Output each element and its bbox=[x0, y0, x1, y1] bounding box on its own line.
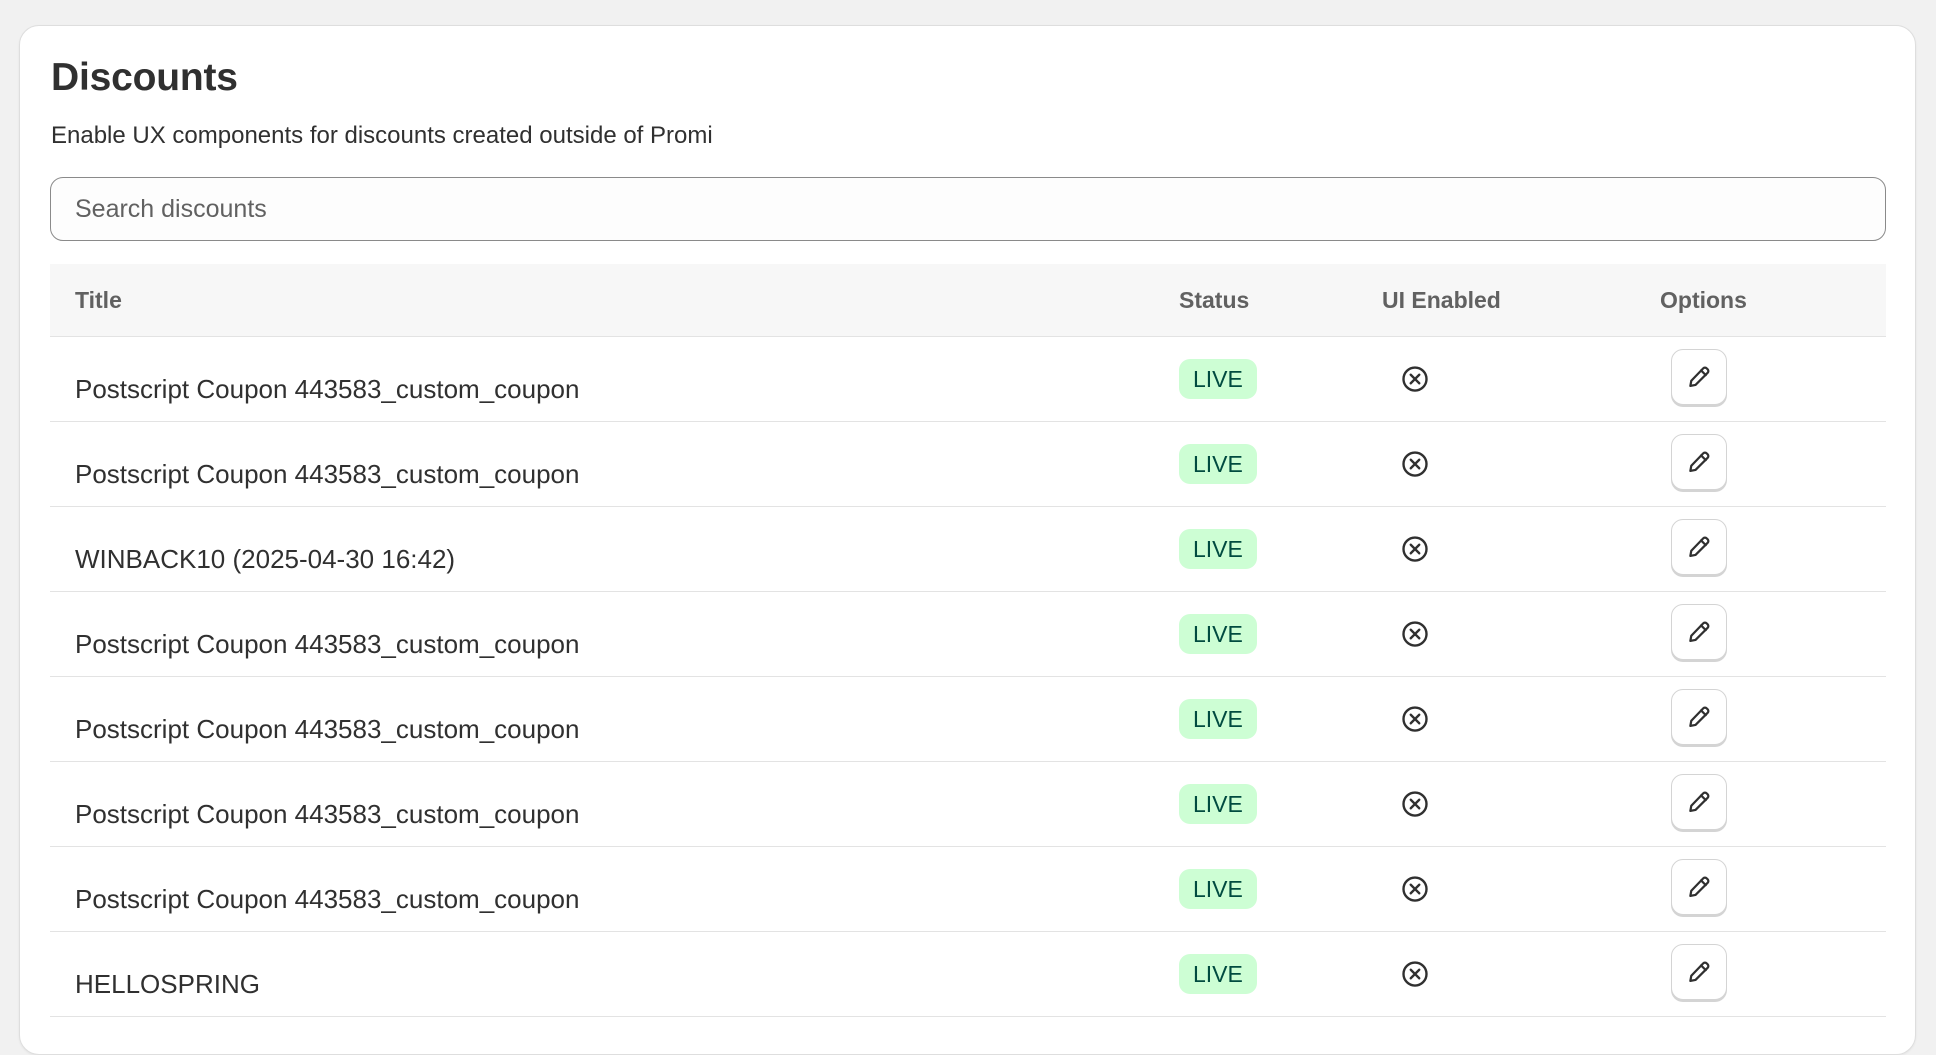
edit-button[interactable] bbox=[1671, 349, 1727, 405]
edit-button[interactable] bbox=[1671, 434, 1727, 490]
edit-button[interactable] bbox=[1671, 604, 1727, 660]
page-subtitle: Enable UX components for discounts creat… bbox=[51, 122, 713, 149]
x-circle-icon bbox=[1400, 874, 1430, 904]
discount-title: HELLOSPRING bbox=[75, 969, 260, 999]
discount-title: WINBACK10 (2025-04-30 16:42) bbox=[75, 544, 456, 574]
table-row: Postscript Coupon 443583_custom_coupon LI… bbox=[50, 422, 1886, 507]
pencil-icon bbox=[1685, 958, 1713, 986]
discount-title: Postscript Coupon 443583_custom_coupon bbox=[75, 374, 580, 404]
edit-button[interactable] bbox=[1671, 774, 1727, 830]
table-body: Postscript Coupon 443583_custom_coupon LI… bbox=[50, 337, 1886, 1017]
discounts-table: Title Status UI Enabled Options Postscri… bbox=[50, 264, 1886, 1017]
discount-title: Postscript Coupon 443583_custom_coupon bbox=[75, 629, 580, 659]
status-badge: LIVE bbox=[1179, 359, 1257, 399]
status-badge: LIVE bbox=[1179, 784, 1257, 824]
search-input[interactable] bbox=[50, 177, 1886, 241]
table-row: Postscript Coupon 443583_custom_coupon LI… bbox=[50, 592, 1886, 677]
column-header-options: Options bbox=[1660, 287, 1747, 313]
pencil-icon bbox=[1685, 533, 1713, 561]
pencil-icon bbox=[1685, 448, 1713, 476]
discounts-card: Discounts Enable UX components for disco… bbox=[19, 25, 1916, 1055]
edit-button[interactable] bbox=[1671, 689, 1727, 745]
table-header: Title Status UI Enabled Options bbox=[50, 264, 1886, 337]
discount-title: Postscript Coupon 443583_custom_coupon bbox=[75, 884, 580, 914]
discount-title: Postscript Coupon 443583_custom_coupon bbox=[75, 714, 580, 744]
status-badge: LIVE bbox=[1179, 614, 1257, 654]
edit-button[interactable] bbox=[1671, 859, 1727, 915]
status-badge: LIVE bbox=[1179, 699, 1257, 739]
pencil-icon bbox=[1685, 788, 1713, 816]
x-circle-icon bbox=[1400, 959, 1430, 989]
pencil-icon bbox=[1685, 618, 1713, 646]
page-title: Discounts bbox=[51, 56, 238, 99]
x-circle-icon bbox=[1400, 704, 1430, 734]
pencil-icon bbox=[1685, 873, 1713, 901]
discount-title: Postscript Coupon 443583_custom_coupon bbox=[75, 799, 580, 829]
status-badge: LIVE bbox=[1179, 954, 1257, 994]
table-row: HELLOSPRING LIVE bbox=[50, 932, 1886, 1017]
x-circle-icon bbox=[1400, 619, 1430, 649]
column-header-title: Title bbox=[75, 287, 122, 313]
status-badge: LIVE bbox=[1179, 444, 1257, 484]
status-badge: LIVE bbox=[1179, 869, 1257, 909]
column-header-ui-enabled: UI Enabled bbox=[1382, 287, 1501, 313]
column-header-status: Status bbox=[1179, 287, 1250, 313]
x-circle-icon bbox=[1400, 449, 1430, 479]
table-row: Postscript Coupon 443583_custom_coupon LI… bbox=[50, 762, 1886, 847]
table-row: Postscript Coupon 443583_custom_coupon LI… bbox=[50, 337, 1886, 422]
discount-title: Postscript Coupon 443583_custom_coupon bbox=[75, 459, 580, 489]
pencil-icon bbox=[1685, 703, 1713, 731]
table-row: Postscript Coupon 443583_custom_coupon LI… bbox=[50, 847, 1886, 932]
edit-button[interactable] bbox=[1671, 519, 1727, 575]
pencil-icon bbox=[1685, 363, 1713, 391]
table-row: WINBACK10 (2025-04-30 16:42) LIVE bbox=[50, 507, 1886, 592]
x-circle-icon bbox=[1400, 789, 1430, 819]
x-circle-icon bbox=[1400, 364, 1430, 394]
table-row: Postscript Coupon 443583_custom_coupon LI… bbox=[50, 677, 1886, 762]
status-badge: LIVE bbox=[1179, 529, 1257, 569]
x-circle-icon bbox=[1400, 534, 1430, 564]
edit-button[interactable] bbox=[1671, 944, 1727, 1000]
